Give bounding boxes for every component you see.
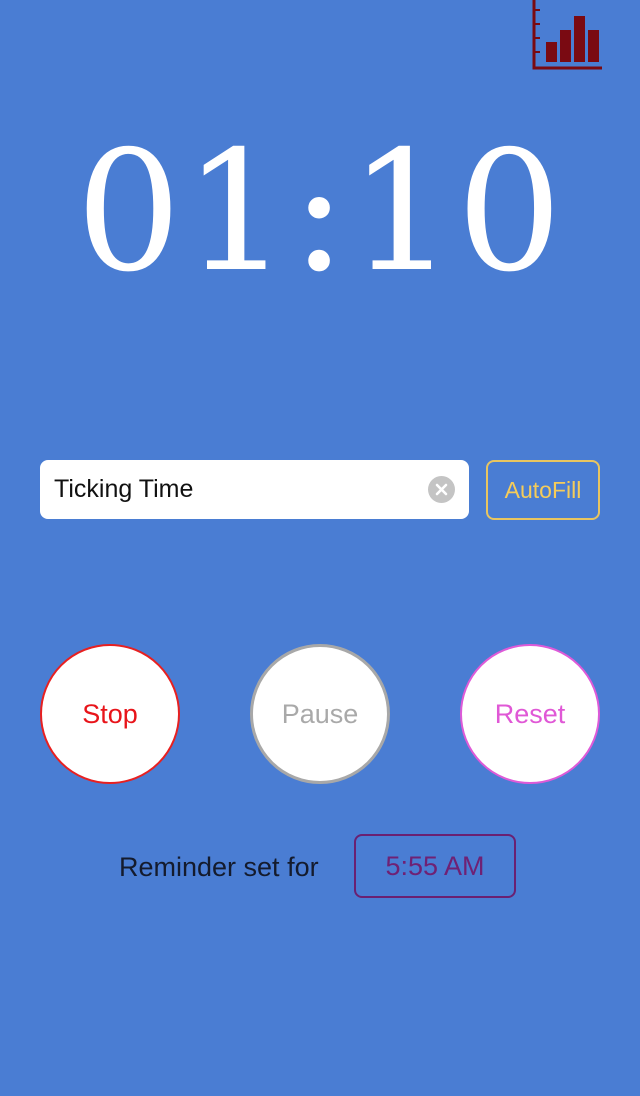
task-name-input[interactable]	[54, 460, 424, 519]
task-name-field[interactable]	[40, 460, 469, 519]
pause-button[interactable]: Pause	[250, 644, 390, 784]
reminder-time-button[interactable]: 5:55 AM	[354, 834, 516, 898]
reminder-label: Reminder set for	[119, 852, 319, 882]
timer-display: 01:10	[75, 116, 565, 309]
autofill-button[interactable]: AutoFill	[486, 460, 600, 520]
stop-button[interactable]: Stop	[40, 644, 180, 784]
stats-button[interactable]	[530, 0, 604, 72]
clear-icon[interactable]	[428, 476, 455, 503]
bar-chart-icon	[532, 0, 602, 70]
reset-button[interactable]: Reset	[460, 644, 600, 784]
